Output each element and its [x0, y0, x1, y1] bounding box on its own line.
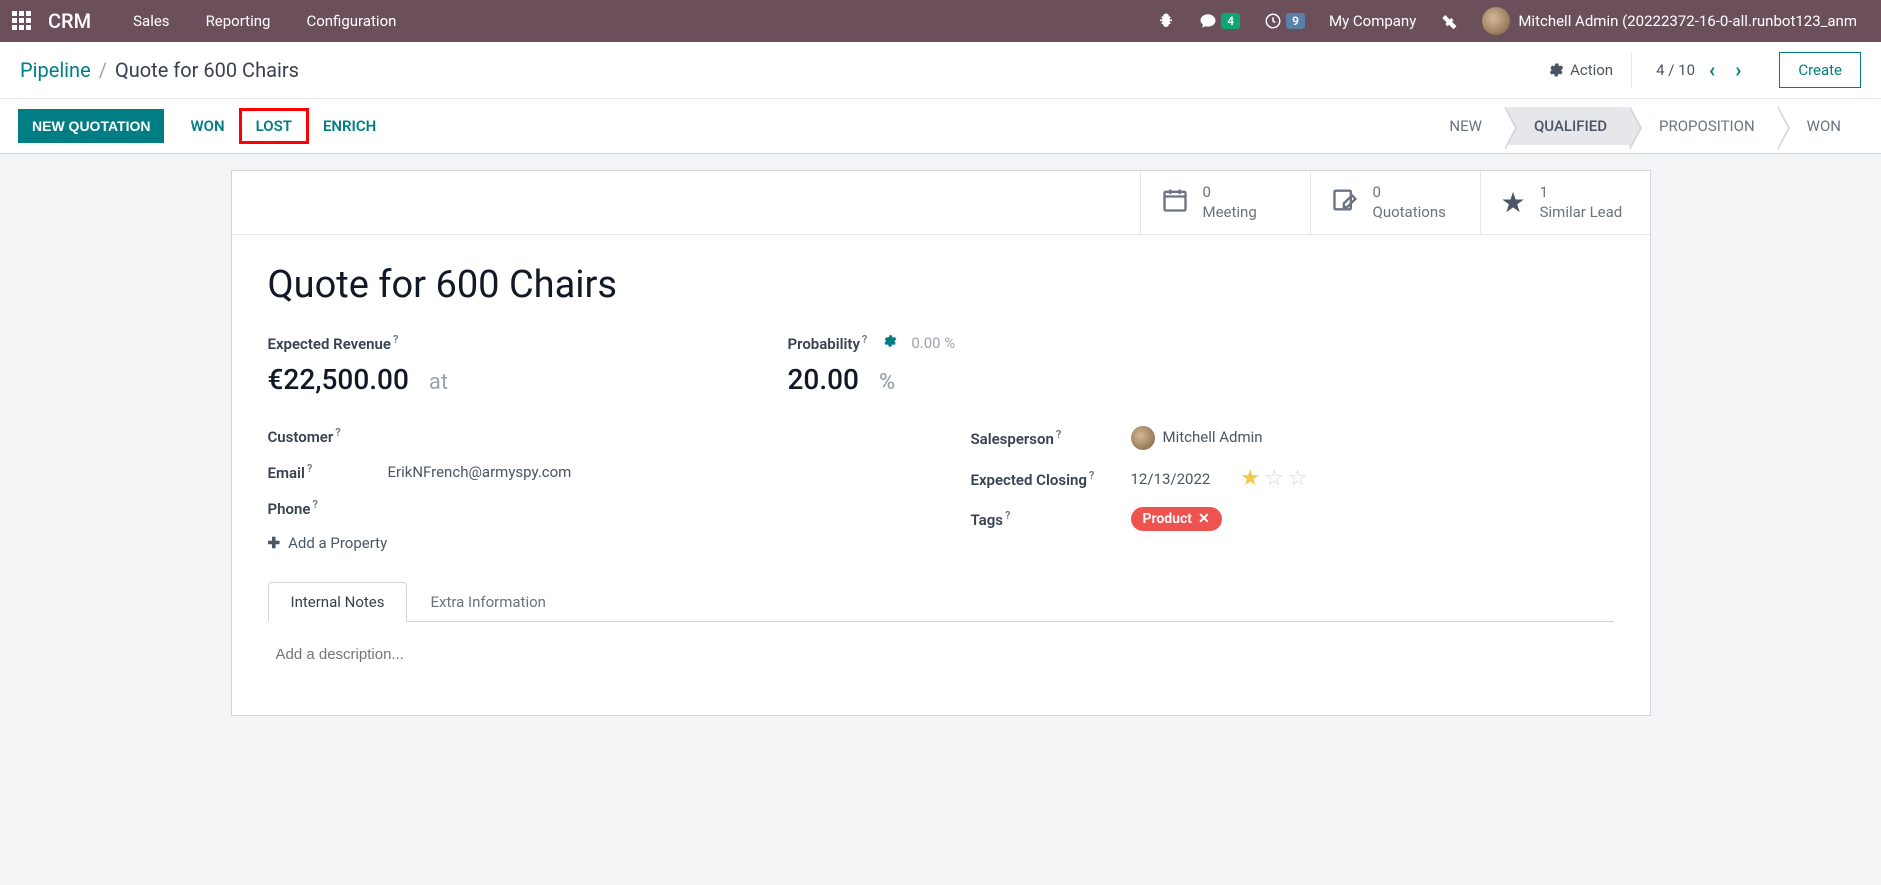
user-name: Mitchell Admin (20222372-16-0-all.runbot…	[1518, 12, 1857, 30]
tab-internal-notes[interactable]: Internal Notes	[268, 582, 408, 622]
priority-stars[interactable]: ★ ☆ ☆	[1240, 466, 1307, 491]
create-button[interactable]: Create	[1779, 52, 1861, 88]
user-menu[interactable]: Mitchell Admin (20222372-16-0-all.runbot…	[1470, 0, 1869, 42]
email-value[interactable]: ErikNFrench@armyspy.com	[388, 463, 572, 481]
gear-icon	[1546, 61, 1564, 79]
probability-label: Probability?	[788, 333, 868, 353]
new-quotation-button[interactable]: NEW QUOTATION	[18, 109, 164, 143]
debug-icon[interactable]	[1145, 0, 1187, 42]
pager-prev[interactable]: ‹	[1703, 58, 1721, 82]
activity-badge: 9	[1286, 13, 1305, 29]
salesperson-value[interactable]: Mitchell Admin	[1131, 426, 1263, 450]
menu-configuration[interactable]: Configuration	[288, 12, 414, 30]
messaging-badge: 4	[1221, 13, 1240, 29]
auto-probability[interactable]: 0.00 %	[911, 334, 955, 352]
breadcrumb-separator: /	[99, 58, 107, 82]
avatar-icon	[1131, 426, 1155, 450]
messaging-icon[interactable]: 4	[1187, 0, 1252, 42]
star-2[interactable]: ☆	[1264, 466, 1284, 491]
tab-content	[268, 622, 1614, 687]
breadcrumb-root[interactable]: Pipeline	[20, 58, 91, 82]
enrich-button[interactable]: ENRICH	[309, 109, 390, 143]
tabs: Internal Notes Extra Information	[268, 582, 1614, 622]
stage-qualified[interactable]: QUALIFIED	[1504, 107, 1629, 145]
tag-product[interactable]: Product ✕	[1131, 507, 1222, 531]
activity-icon[interactable]: 9	[1252, 0, 1317, 42]
won-button[interactable]: WON	[176, 109, 238, 143]
menu-sales[interactable]: Sales	[115, 12, 187, 30]
expected-revenue-value[interactable]: €22,500.00	[268, 363, 409, 396]
stage-bar: NEW QUALIFIED PROPOSITION WON	[1419, 107, 1863, 145]
form-sheet: 0Meeting 0Quotations ★ 1Similar Lead Quo…	[231, 170, 1651, 716]
tools-icon[interactable]	[1428, 0, 1470, 42]
description-input[interactable]	[276, 646, 1606, 663]
calendar-icon	[1161, 186, 1189, 220]
stage-proposition[interactable]: PROPOSITION	[1629, 107, 1777, 145]
lost-button[interactable]: LOST	[239, 108, 309, 144]
top-navbar: CRM Sales Reporting Configuration 4 9 My…	[0, 0, 1881, 42]
expected-revenue-label: Expected Revenue?	[268, 333, 728, 353]
breadcrumb-row: Pipeline / Quote for 600 Chairs Action 4…	[0, 42, 1881, 99]
plus-icon: ✚	[268, 534, 281, 552]
salesperson-label: Salesperson?	[971, 428, 1131, 448]
percent-sign: %	[879, 370, 895, 395]
pager-text[interactable]: 4 / 10	[1656, 61, 1695, 79]
menu-reporting[interactable]: Reporting	[188, 12, 289, 30]
breadcrumb-current: Quote for 600 Chairs	[115, 58, 299, 82]
pager: 4 / 10 ‹ ›	[1632, 58, 1771, 82]
button-box: 0Meeting 0Quotations ★ 1Similar Lead	[232, 171, 1650, 235]
customer-label: Customer?	[268, 426, 388, 446]
at-label: at	[429, 370, 448, 395]
avatar	[1482, 7, 1510, 35]
stat-similar-lead[interactable]: ★ 1Similar Lead	[1480, 171, 1650, 234]
add-property-button[interactable]: ✚ Add a Property	[268, 534, 911, 552]
probability-value[interactable]: 20.00	[788, 363, 859, 396]
tab-extra-information[interactable]: Extra Information	[407, 582, 568, 622]
actions-row: NEW QUOTATION WON LOST ENRICH NEW QUALIF…	[0, 99, 1881, 154]
app-brand[interactable]: CRM	[48, 9, 91, 33]
expected-closing-label: Expected Closing?	[971, 469, 1131, 489]
email-label: Email?	[268, 462, 388, 482]
edit-icon	[1331, 186, 1359, 220]
tag-remove-icon[interactable]: ✕	[1198, 511, 1210, 527]
star-icon: ★	[1501, 186, 1526, 219]
company-switcher[interactable]: My Company	[1317, 0, 1428, 42]
tags-value[interactable]: Product ✕	[1131, 507, 1222, 531]
tags-label: Tags?	[971, 509, 1131, 529]
star-3[interactable]: ☆	[1288, 466, 1308, 491]
record-title[interactable]: Quote for 600 Chairs	[268, 263, 1614, 307]
pager-next[interactable]: ›	[1729, 58, 1747, 82]
star-1[interactable]: ★	[1240, 466, 1260, 491]
action-menu[interactable]: Action	[1528, 52, 1632, 88]
stage-new[interactable]: NEW	[1419, 107, 1504, 145]
stat-quotations[interactable]: 0Quotations	[1310, 171, 1480, 234]
expected-closing-value[interactable]: 12/13/2022	[1131, 470, 1211, 488]
apps-icon[interactable]	[12, 11, 32, 31]
phone-label: Phone?	[268, 498, 388, 518]
gear-icon[interactable]	[881, 333, 897, 353]
stat-meeting[interactable]: 0Meeting	[1140, 171, 1310, 234]
